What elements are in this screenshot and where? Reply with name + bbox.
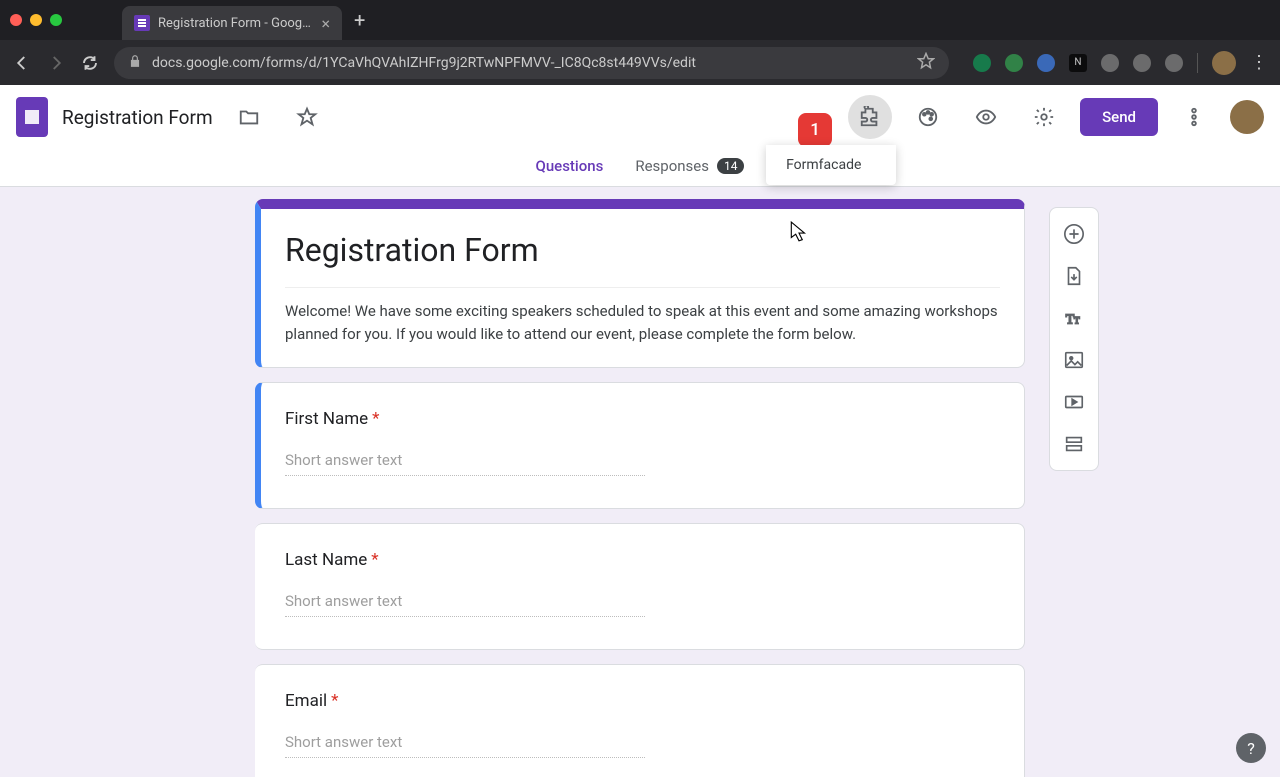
required-asterisk: * bbox=[372, 409, 379, 429]
question-toolbar: TT bbox=[1049, 207, 1099, 471]
extension-icon[interactable] bbox=[1101, 54, 1119, 72]
tab-questions[interactable]: Questions bbox=[536, 149, 604, 191]
tab-responses-label: Responses bbox=[635, 157, 709, 175]
extension-icon[interactable] bbox=[1133, 54, 1151, 72]
back-button[interactable] bbox=[12, 53, 32, 73]
required-asterisk: * bbox=[371, 550, 378, 570]
address-bar[interactable]: docs.google.com/forms/d/1YCaVhQVAhIZHFrg… bbox=[114, 47, 949, 79]
chrome-menu-button[interactable]: ⋮ bbox=[1250, 52, 1268, 73]
extension-icons: N ⋮ bbox=[973, 51, 1268, 75]
form-description-text[interactable]: Welcome! We have some exciting speakers … bbox=[285, 287, 1000, 345]
minimize-window-button[interactable] bbox=[30, 14, 42, 26]
step-badge: 1 bbox=[798, 113, 832, 147]
window-controls bbox=[10, 14, 62, 26]
form-file-title[interactable]: Registration Form bbox=[62, 106, 213, 129]
close-window-button[interactable] bbox=[10, 14, 22, 26]
tab-questions-label: Questions bbox=[536, 157, 604, 175]
extension-icon[interactable] bbox=[1037, 54, 1055, 72]
question-label[interactable]: Email* bbox=[285, 691, 1000, 711]
move-to-folder-button[interactable] bbox=[227, 95, 271, 139]
customize-theme-button[interactable] bbox=[906, 95, 950, 139]
question-label[interactable]: Last Name* bbox=[285, 550, 1000, 570]
tab-title: Registration Form - Google Fo bbox=[158, 16, 313, 31]
lock-icon bbox=[128, 54, 142, 72]
addons-button[interactable]: 1 Formfacade bbox=[848, 95, 892, 139]
addon-menu-item-formfacade[interactable]: Formfacade bbox=[786, 157, 876, 173]
add-image-button[interactable] bbox=[1056, 342, 1092, 378]
toolbar: docs.google.com/forms/d/1YCaVhQVAhIZHFrg… bbox=[0, 40, 1280, 85]
tab-responses[interactable]: Responses 14 bbox=[635, 149, 744, 188]
add-video-button[interactable] bbox=[1056, 384, 1092, 420]
forms-favicon bbox=[134, 15, 150, 31]
chrome-profile-avatar[interactable] bbox=[1212, 51, 1236, 75]
question-label-text: First Name bbox=[285, 409, 368, 429]
forward-button[interactable] bbox=[46, 53, 66, 73]
reload-button[interactable] bbox=[80, 53, 100, 73]
form-container: Registration Form Welcome! We have some … bbox=[255, 199, 1025, 777]
forms-logo-icon[interactable] bbox=[16, 97, 48, 137]
question-card[interactable]: Last Name* Short answer text bbox=[255, 523, 1025, 650]
short-answer-placeholder: Short answer text bbox=[285, 592, 645, 617]
question-card[interactable]: First Name* Short answer text bbox=[255, 382, 1025, 509]
question-label-text: Email bbox=[285, 691, 327, 711]
browser-tab[interactable]: Registration Form - Google Fo × bbox=[122, 6, 342, 40]
question-label-text: Last Name bbox=[285, 550, 367, 570]
send-button[interactable]: Send bbox=[1080, 98, 1158, 136]
more-button[interactable] bbox=[1172, 95, 1216, 139]
addons-dropdown: Formfacade bbox=[766, 145, 896, 185]
svg-text:T: T bbox=[1074, 316, 1080, 326]
close-tab-button[interactable]: × bbox=[321, 14, 330, 33]
add-title-button[interactable]: TT bbox=[1056, 300, 1092, 336]
form-title-card[interactable]: Registration Form Welcome! We have some … bbox=[255, 199, 1025, 368]
maximize-window-button[interactable] bbox=[50, 14, 62, 26]
form-tabs: Questions Responses 14 bbox=[0, 149, 1280, 187]
form-title-text[interactable]: Registration Form bbox=[285, 231, 1000, 277]
preview-button[interactable] bbox=[964, 95, 1008, 139]
add-question-button[interactable] bbox=[1056, 216, 1092, 252]
settings-button[interactable] bbox=[1022, 95, 1066, 139]
extension-icon[interactable] bbox=[1165, 54, 1183, 72]
account-avatar[interactable] bbox=[1230, 100, 1264, 134]
form-canvas: Registration Form Welcome! We have some … bbox=[0, 187, 1280, 777]
new-tab-button[interactable]: + bbox=[354, 8, 365, 32]
required-asterisk: * bbox=[331, 691, 338, 711]
responses-count-badge: 14 bbox=[717, 158, 745, 174]
import-questions-button[interactable] bbox=[1056, 258, 1092, 294]
help-button[interactable]: ? bbox=[1236, 733, 1266, 763]
question-label[interactable]: First Name* bbox=[285, 409, 1000, 429]
browser-chrome: Registration Form - Google Fo × + docs.g… bbox=[0, 0, 1280, 85]
extension-icon[interactable]: N bbox=[1069, 54, 1087, 72]
bookmark-star-icon[interactable] bbox=[917, 52, 935, 74]
app-header: Registration Form 1 Formfacade Send bbox=[0, 85, 1280, 149]
add-section-button[interactable] bbox=[1056, 426, 1092, 462]
extension-icon[interactable] bbox=[973, 54, 991, 72]
tab-bar: Registration Form - Google Fo × + bbox=[0, 0, 1280, 40]
url-text: docs.google.com/forms/d/1YCaVhQVAhIZHFrg… bbox=[152, 55, 907, 71]
question-card[interactable]: Email* Short answer text bbox=[255, 664, 1025, 777]
short-answer-placeholder: Short answer text bbox=[285, 733, 645, 758]
short-answer-placeholder: Short answer text bbox=[285, 451, 645, 476]
star-button[interactable] bbox=[285, 95, 329, 139]
extension-icon[interactable] bbox=[1005, 54, 1023, 72]
